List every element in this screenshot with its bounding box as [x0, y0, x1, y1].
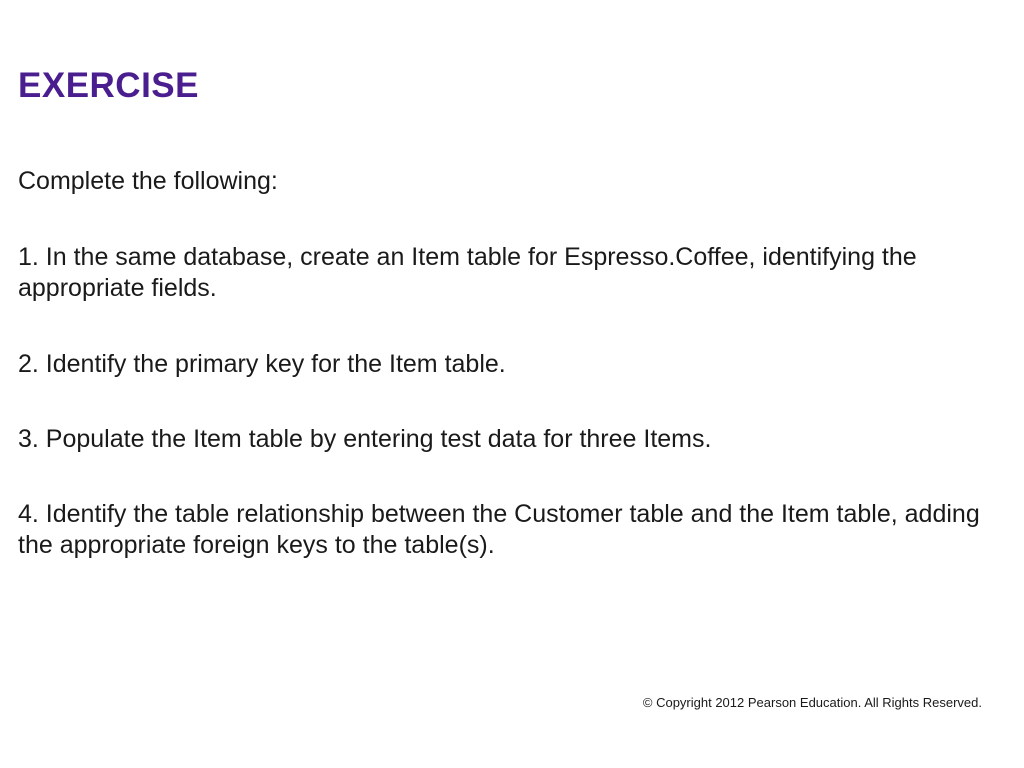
list-item: 2. Identify the primary key for the Item…	[18, 349, 1006, 380]
intro-text: Complete the following:	[18, 166, 1006, 196]
list-item: 4. Identify the table relationship betwe…	[18, 499, 1006, 562]
list-item: 1. In the same database, create an Item …	[18, 242, 1006, 305]
copyright-footer: © Copyright 2012 Pearson Education. All …	[643, 695, 982, 710]
slide-title: EXERCISE	[18, 66, 1006, 106]
list-item: 3. Populate the Item table by entering t…	[18, 424, 1006, 455]
slide-container: EXERCISE Complete the following: 1. In t…	[0, 0, 1024, 768]
